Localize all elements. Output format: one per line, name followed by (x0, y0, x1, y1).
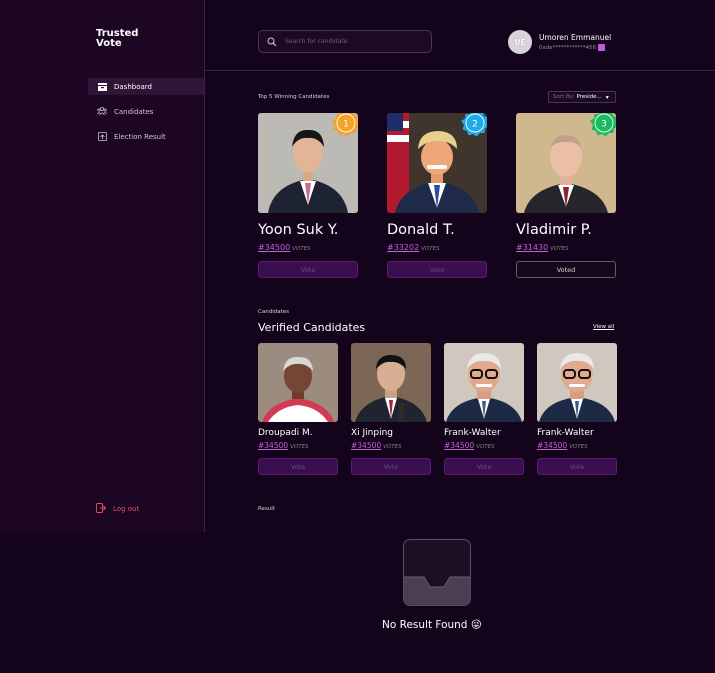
rank-number: 3 (601, 120, 607, 130)
search-bar[interactable] (258, 30, 432, 53)
rank-badge-3: 3 (590, 113, 616, 137)
verified-candidate-card: Frank-Walter #34500 VOTES Vote (444, 343, 524, 475)
voted-button[interactable]: Voted (516, 261, 616, 278)
votes-label: VOTES (290, 444, 309, 450)
rank-badge-2: 2 (461, 113, 487, 137)
brand-line-2: Vote (96, 38, 122, 49)
chevron-down-icon: ▾ (605, 93, 609, 101)
candidates-kicker: Candidates (258, 309, 289, 315)
sidebar-item-label: Election Result (114, 132, 166, 141)
sidebar-item-label: Dashboard (114, 82, 152, 91)
vote-count[interactable]: #34500 (444, 441, 474, 450)
result-icon (97, 132, 107, 142)
rank-number: 1 (343, 120, 349, 130)
top-candidate-card: 2 Donald T. #33202 VOTES Vote (387, 113, 487, 278)
sidebar-item-dashboard[interactable]: Dashboard (88, 78, 204, 95)
votes-label: VOTES (292, 246, 311, 252)
vote-button[interactable]: Vote (444, 458, 524, 475)
result-heading: Result (258, 506, 275, 512)
votes-label: VOTES (569, 444, 588, 450)
vote-button[interactable]: Vote (537, 458, 617, 475)
candidate-name: Donald T. (387, 222, 455, 238)
vote-count[interactable]: #33202 (387, 243, 419, 252)
votes-label: VOTES (476, 444, 495, 450)
verified-title: Verified Candidates (258, 321, 366, 334)
top-candidate-card: 1 Yoon Suk Y. #34500 VOTES Vote (258, 113, 358, 278)
logout-label: Log out (113, 505, 140, 513)
sidebar-item-election-result[interactable]: Election Result (88, 128, 204, 145)
candidate-photo: 2 (387, 113, 487, 213)
view-all-link[interactable]: View all (593, 324, 614, 330)
candidate-photo (444, 343, 524, 422)
rank-badge-1: 1 (332, 113, 358, 137)
empty-state-message: No Result Found 😜 (382, 619, 482, 631)
verified-candidate-card: Frank-Walter #34500 VOTES Vote (537, 343, 617, 475)
vote-button[interactable]: Vote (351, 458, 431, 475)
candidate-photo (258, 343, 338, 422)
top-candidates-heading: Top 5 Winning Candidates (258, 94, 330, 100)
sidebar: Trusted Vote Dashboard Candidates Electi… (0, 0, 205, 532)
rank-number: 2 (472, 120, 478, 130)
sort-dropdown[interactable]: Sort By: Preside... ▾ (548, 91, 616, 103)
search-icon (267, 32, 277, 51)
candidate-photo (537, 343, 617, 422)
candidate-name: Yoon Suk Y. (258, 222, 339, 238)
users-icon (97, 107, 107, 117)
candidate-photo (351, 343, 431, 422)
vote-button[interactable]: Vote (258, 458, 338, 475)
top-candidate-card: 3 Vladimir P. #31430 VOTES Voted (516, 113, 616, 278)
vote-button[interactable]: Vote (387, 261, 487, 278)
candidate-name: Xi Jinping (351, 428, 394, 438)
votes-label: VOTES (550, 246, 569, 252)
logout-button[interactable]: Log out (96, 503, 139, 515)
vote-count[interactable]: #34500 (537, 441, 567, 450)
dashboard-icon (97, 82, 107, 92)
sidebar-item-label: Candidates (114, 107, 154, 116)
candidate-photo: 3 (516, 113, 616, 213)
verified-candidate-card: Xi Jinping #34500 VOTES Vote (351, 343, 431, 475)
candidate-photo: 1 (258, 113, 358, 213)
emoji-icon: 😜 (470, 619, 482, 631)
empty-state-text: No Result Found (382, 619, 468, 631)
logout-icon (96, 503, 107, 515)
sort-value: Preside... (576, 94, 602, 100)
votes-label: VOTES (421, 246, 440, 252)
user-profile[interactable]: UE Umoren Emmanuel 0xde************456 (508, 30, 611, 54)
search-input[interactable] (285, 38, 425, 45)
candidate-name: Frank-Walter (537, 428, 594, 438)
verified-candidate-card: Droupadi M. #34500 VOTES Vote (258, 343, 338, 475)
wallet-address: 0xde************456 (539, 44, 597, 51)
votes-label: VOTES (383, 444, 402, 450)
candidate-name: Vladimir P. (516, 222, 592, 238)
vote-count[interactable]: #34500 (258, 441, 288, 450)
sort-label: Sort By: (553, 94, 575, 100)
vote-count[interactable]: #34500 (258, 243, 290, 252)
copy-icon[interactable] (598, 44, 606, 51)
candidate-name: Frank-Walter (444, 428, 501, 438)
sidebar-nav: Dashboard Candidates Election Result (88, 78, 204, 153)
avatar[interactable]: UE (508, 30, 532, 54)
candidate-name: Droupadi M. (258, 428, 313, 438)
sidebar-item-candidates[interactable]: Candidates (88, 103, 204, 120)
header-divider (205, 70, 715, 71)
brand-logo[interactable]: Trusted Vote (96, 29, 138, 49)
vote-count[interactable]: #31430 (516, 243, 548, 252)
vote-count[interactable]: #34500 (351, 441, 381, 450)
vote-button[interactable]: Vote (258, 261, 358, 278)
empty-inbox-icon (403, 539, 471, 606)
user-name: Umoren Emmanuel (539, 33, 612, 42)
